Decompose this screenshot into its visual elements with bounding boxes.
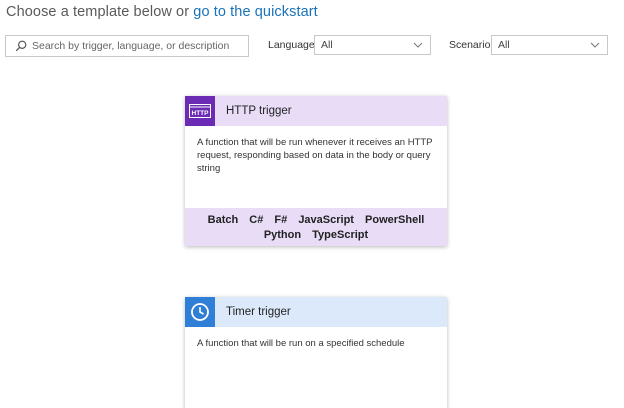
chevron-down-icon [590, 40, 600, 50]
quickstart-link[interactable]: go to the quickstart [193, 4, 318, 20]
card-title: HTTP trigger [226, 105, 292, 117]
language-tag[interactable]: C# [249, 214, 263, 226]
search-input[interactable] [30, 37, 240, 55]
header-text: Choose a template below or [6, 4, 190, 20]
http-icon-label: HTTP [192, 110, 210, 117]
clock-icon [185, 297, 215, 327]
search-box[interactable] [5, 35, 249, 57]
language-label: Language: [268, 39, 318, 51]
chevron-down-icon [413, 40, 423, 50]
card-description: A function that will be run whenever it … [197, 137, 433, 174]
language-list: Batch C# F# JavaScript PowerShell Python… [185, 208, 447, 246]
language-tag[interactable]: JavaScript [298, 214, 354, 226]
page-header: Choose a template below or go to the qui… [6, 4, 318, 20]
card-header: HTTP HTTP trigger [185, 96, 447, 126]
http-icon: HTTP [185, 96, 215, 126]
card-title: Timer trigger [226, 306, 291, 318]
language-tag[interactable]: Batch [208, 214, 239, 226]
template-card-timer-trigger[interactable]: Timer trigger A function that will be ru… [185, 297, 447, 408]
search-icon [12, 37, 30, 55]
template-card-http-trigger[interactable]: HTTP HTTP trigger A function that will b… [185, 96, 447, 246]
scenario-select[interactable]: All [491, 35, 608, 55]
language-tag[interactable]: F# [274, 214, 287, 226]
scenario-label: Scenario: [449, 39, 494, 51]
language-select[interactable]: All [314, 35, 431, 55]
language-select-value: All [321, 39, 333, 51]
card-header: Timer trigger [185, 297, 447, 327]
language-tag[interactable]: Python [264, 229, 301, 241]
scenario-select-value: All [498, 39, 510, 51]
language-tag[interactable]: PowerShell [365, 214, 424, 226]
language-tag[interactable]: TypeScript [312, 229, 368, 241]
card-description: A function that will be run on a specifi… [197, 338, 405, 349]
